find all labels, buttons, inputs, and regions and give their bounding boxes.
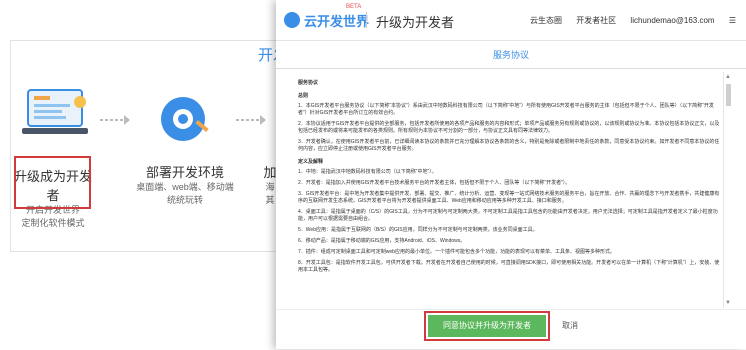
- site-logo[interactable]: 云开发世界: [304, 11, 369, 30]
- cancel-button[interactable]: 取消: [562, 320, 578, 331]
- subtitle-divider: [276, 68, 746, 69]
- agreement-paragraph: 3．开发者确认，在使用GIS开发者平台前，已详细阅读本协议的条款并已充分理解本协…: [298, 139, 720, 152]
- agree-upgrade-button[interactable]: 同意协议并升级为开发者: [428, 315, 546, 337]
- agreement-paragraph: 1．中地：是指武汉中地数码科技有限公司（以下简称“中地”）。: [298, 169, 437, 175]
- step-upgrade-sub2: 定制化软件模式: [21, 218, 85, 228]
- arrow-right-icon: [236, 115, 266, 125]
- agreement-paragraph: 8．开发工具包：是指软件开发工具包，可供开发者下载。开发者在开发者自己使用的时候…: [298, 260, 720, 273]
- agreement-paragraph: 7．插件：组成可定制桌面工具和可定制web应用的最小单位。一个插件可能包含多个功…: [298, 249, 615, 255]
- agreement-paragraph: 4．桌面工具：是指属于桌面的（C/S）的GIS工具，分为不可定制与可定制两大类。…: [298, 209, 718, 222]
- scroll-thumb[interactable]: [726, 84, 731, 106]
- agreement-paragraph: 3．GIS开发者平台：是中地为开发者集中提供开发、部署、提交、推广、统计分析、运…: [298, 191, 720, 204]
- community-link[interactable]: 开发者社区: [576, 16, 616, 25]
- deploy-gear-icon: [161, 97, 209, 141]
- agreement-paragraph: 1．本GIS开发者平台服务协议（以下简称“本协议”）系由武汉中地数码科技有限公司…: [298, 103, 714, 116]
- eco-link[interactable]: 云生态圈: [530, 16, 562, 25]
- scroll-down-icon[interactable]: ▼: [725, 300, 731, 306]
- page-title: 升级为开发者: [376, 15, 455, 30]
- section-heading: 总则: [298, 93, 309, 99]
- agreement-paragraph: 2．本协议适用于GIS开发者平台提供的全部服务，包括开发者所使用的各项产品和服务…: [298, 121, 720, 134]
- step-deploy-label: 部署开发环境: [145, 165, 224, 180]
- beta-badge: BETA: [346, 4, 362, 10]
- developer-agreement-dialog: 云开发世界 BETA 升级为开发者 云生态圈 开发者社区 lichundemao…: [276, 0, 746, 349]
- section-heading: 定义及解释: [298, 159, 324, 165]
- scroll-up-icon[interactable]: ▲: [725, 74, 731, 80]
- step-upgrade-highlight: [14, 156, 91, 209]
- cloud-logo-icon: [284, 12, 300, 28]
- step-deploy-sub1: 桌面端、web端、移动端: [136, 182, 234, 192]
- agreement-paragraph: 2．开发者：是指加入并使用GIS开发者平台技术服务平台的开发者主体，包括但不限于…: [298, 180, 571, 186]
- agreement-subtitle: 服务协议: [492, 50, 529, 60]
- top-bar: 云开发世界 BETA 升级为开发者 云生态圈 开发者社区 lichundemao…: [276, 0, 746, 41]
- user-email[interactable]: lichundemao@163.com: [630, 16, 714, 25]
- agreement-scrollbar[interactable]: ▲ ▼: [723, 72, 734, 308]
- agreement-paragraph: 5．Web应用：是指属于互联网的（B/S）的GIS应用，同样分为不可定制与可定制…: [298, 227, 538, 233]
- agree-button-highlight: 同意协议并升级为开发者: [424, 311, 550, 341]
- step-deploy-sub2: 统统玩转: [166, 195, 203, 205]
- agreement-content: 服务协议 总则 1．本GIS开发者平台服务协议（以下简称“本协议”）系由武汉中地…: [298, 74, 723, 306]
- agreement-paragraph: 6．移动产品：是指属于移动端的GIS应用，支持Android、iOS、Windo…: [298, 238, 466, 244]
- arrow-right-icon: [100, 115, 130, 125]
- menu-icon[interactable]: ☰: [729, 16, 736, 25]
- section-heading: 服务协议: [298, 80, 319, 86]
- developer-laptop-illustration: [22, 89, 88, 134]
- header-divider: [366, 12, 367, 28]
- top-links: 云生态圈 开发者社区 lichundemao@163.com ☰: [518, 15, 736, 26]
